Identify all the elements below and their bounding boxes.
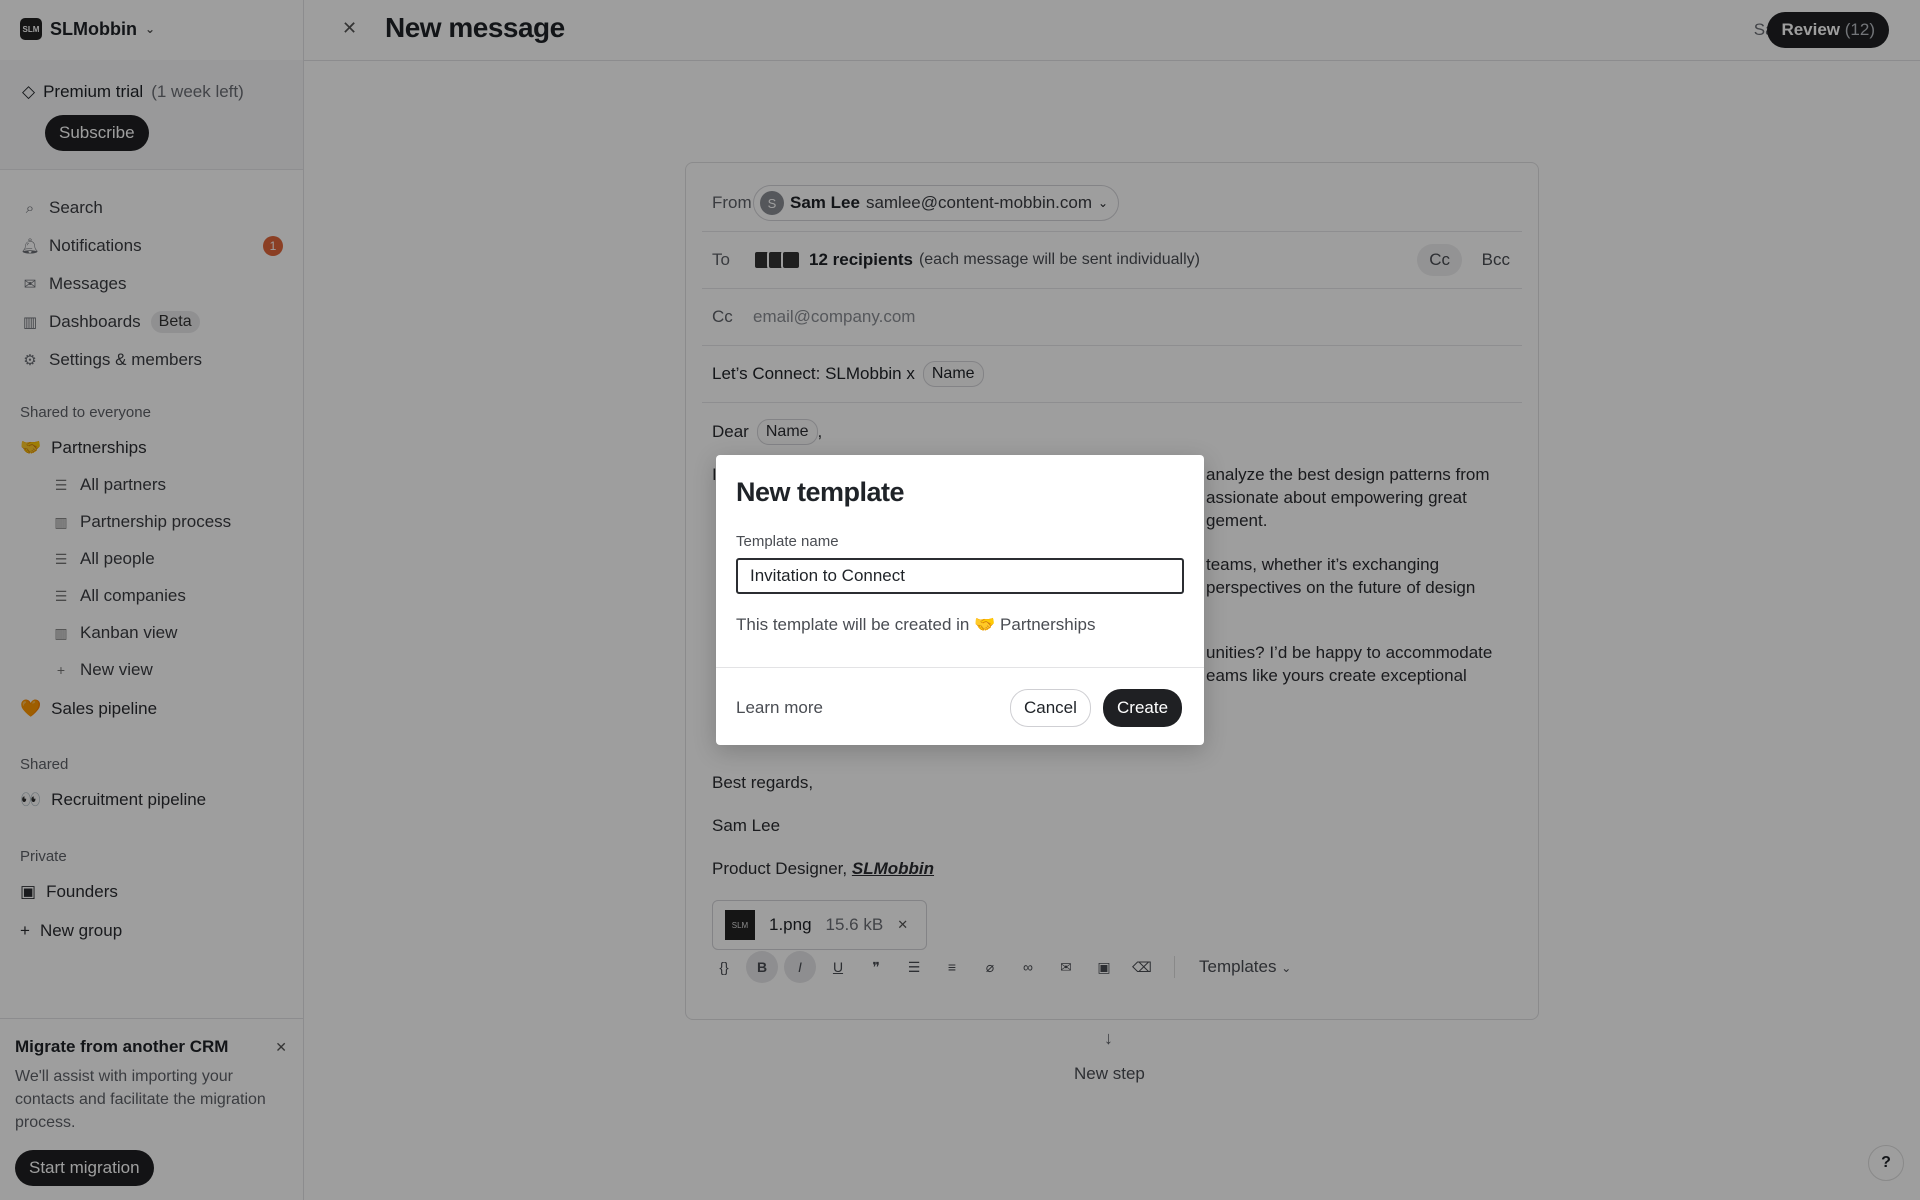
note-prefix: This template will be created in: [736, 615, 970, 634]
new-template-dialog: New template Template name This template…: [716, 455, 1204, 745]
template-name-input[interactable]: [736, 558, 1184, 594]
handshake-icon: 🤝: [974, 615, 996, 634]
template-name-label: Template name: [736, 533, 839, 550]
template-location-note: This template will be created in 🤝 Partn…: [736, 615, 1095, 635]
dialog-title: New template: [736, 477, 905, 507]
note-group: Partnerships: [1000, 615, 1096, 634]
divider: [716, 667, 1204, 668]
cancel-button[interactable]: Cancel: [1010, 689, 1091, 727]
learn-more-link[interactable]: Learn more: [736, 698, 823, 718]
create-button[interactable]: Create: [1103, 689, 1183, 727]
